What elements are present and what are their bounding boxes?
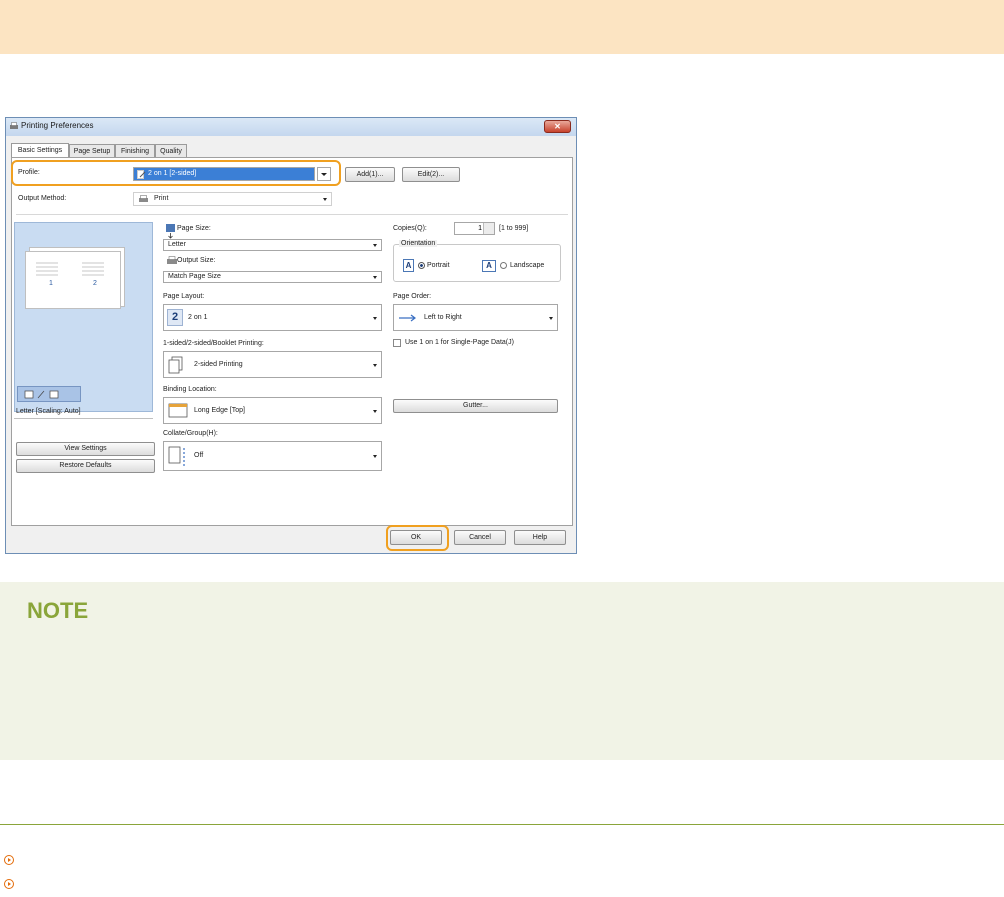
page-order-dropdown[interactable]: Left to Right [393,304,558,331]
page-order-value: Left to Right [424,314,462,321]
two-sided-icon [168,356,183,374]
chevron-down-icon [373,244,377,247]
dialog-titlebar: Printing Preferences ✕ [6,118,576,136]
page-size-icon [166,224,175,239]
top-banner [0,0,1004,54]
sided-printing-dropdown[interactable]: 2-sided Printing [163,351,382,378]
output-method-label: Output Method: [18,195,67,202]
preview-pane: 1 2 [14,222,153,412]
binding-location-label: Binding Location: [163,386,217,393]
chevron-down-icon [549,316,553,320]
collate-label: Collate/Group(H): [163,430,218,437]
add-profile-button[interactable]: Add(1)... [345,167,395,182]
landscape-radio[interactable] [500,262,507,269]
edit-profile-button[interactable]: Edit(2)... [402,167,460,182]
link-arrow-icon[interactable] [4,879,14,889]
copies-range: [1 to 999] [499,225,529,232]
output-size-label: Output Size: [177,257,216,264]
preview-toggle-button[interactable] [17,386,81,402]
chevron-down-icon [323,198,327,201]
divider [14,418,153,419]
output-method-dropdown[interactable]: Print [133,192,332,206]
output-size-dropdown[interactable]: Match Page Size [163,271,382,283]
tab-page-setup[interactable]: Page Setup [69,144,115,157]
portrait-label: Portrait [427,262,450,269]
tab-basic-settings[interactable]: Basic Settings [11,143,69,157]
help-button[interactable]: Help [514,530,566,545]
collate-value: Off [194,452,204,459]
copies-value: 1 [478,225,482,232]
page-number-2: 2 [93,280,97,287]
tab-finishing[interactable]: Finishing [115,144,155,157]
landscape-icon: A [482,260,496,272]
view-settings-button[interactable]: View Settings [16,442,155,456]
binding-location-dropdown[interactable]: Long Edge [Top] [163,397,382,424]
output-method-value: Print [154,195,169,202]
print-icon [139,195,148,202]
preview-mode-icon [24,390,59,399]
page-layout-value: 2 on 1 [188,314,208,321]
restore-defaults-button[interactable]: Restore Defaults [16,459,155,473]
ok-highlight [386,525,449,551]
page-1-content [36,262,58,277]
output-size-value: Match Page Size [168,273,221,280]
chevron-down-icon [373,316,377,320]
page-size-value: Letter [168,241,186,248]
page-size-label: Page Size: [177,225,211,232]
left-to-right-icon [399,314,416,322]
note-title: NOTE [27,598,89,623]
page-size-dropdown[interactable]: Letter [163,239,382,251]
chevron-down-icon [373,276,377,279]
divider [0,824,1004,825]
printing-preferences-dialog: Printing Preferences ✕ Basic Settings Pa… [5,117,577,554]
spinner-arrows-icon[interactable] [483,223,494,234]
portrait-radio[interactable] [418,262,425,269]
copies-spinner[interactable]: 1 [454,222,495,235]
preview-caption: Letter [Scaling: Auto] [16,408,81,415]
close-button[interactable]: ✕ [544,120,571,133]
single-page-checkbox[interactable] [393,339,401,347]
gutter-button[interactable]: Gutter... [393,399,558,413]
chevron-down-icon [373,455,377,458]
divider [16,214,568,215]
sided-printing-value: 2-sided Printing [194,361,243,368]
page-layout-dropdown[interactable]: 2 2 on 1 [163,304,382,331]
single-page-label: Use 1 on 1 for Single-Page Data(J) [405,339,514,346]
landscape-label: Landscape [510,262,545,269]
page-layout-icon: 2 [167,309,183,326]
collate-dropdown[interactable]: Off [163,441,382,471]
binding-location-value: Long Edge [Top] [194,407,245,414]
preview-sheet: 1 2 [25,251,121,309]
page-2-content [82,262,104,277]
tab-quality[interactable]: Quality [155,144,187,157]
sided-printing-label: 1-sided/2-sided/Booklet Printing: [163,340,264,347]
page-order-label: Page Order: [393,293,432,300]
page-layout-label: Page Layout: [163,293,205,300]
link-arrow-icon[interactable] [4,855,14,865]
chevron-down-icon [373,409,377,413]
copies-label: Copies(Q): [393,225,427,232]
profile-highlight [11,160,341,186]
chevron-down-icon [373,363,377,367]
orientation-label: Orientation [399,240,438,247]
collate-off-icon [168,446,185,466]
page-number-1: 1 [49,280,53,287]
portrait-icon: A [403,259,414,272]
dialog-title: Printing Preferences [21,121,94,130]
printer-icon [10,122,18,129]
cancel-button[interactable]: Cancel [454,530,506,545]
binding-edge-icon [168,403,188,418]
note-box [0,582,1004,760]
